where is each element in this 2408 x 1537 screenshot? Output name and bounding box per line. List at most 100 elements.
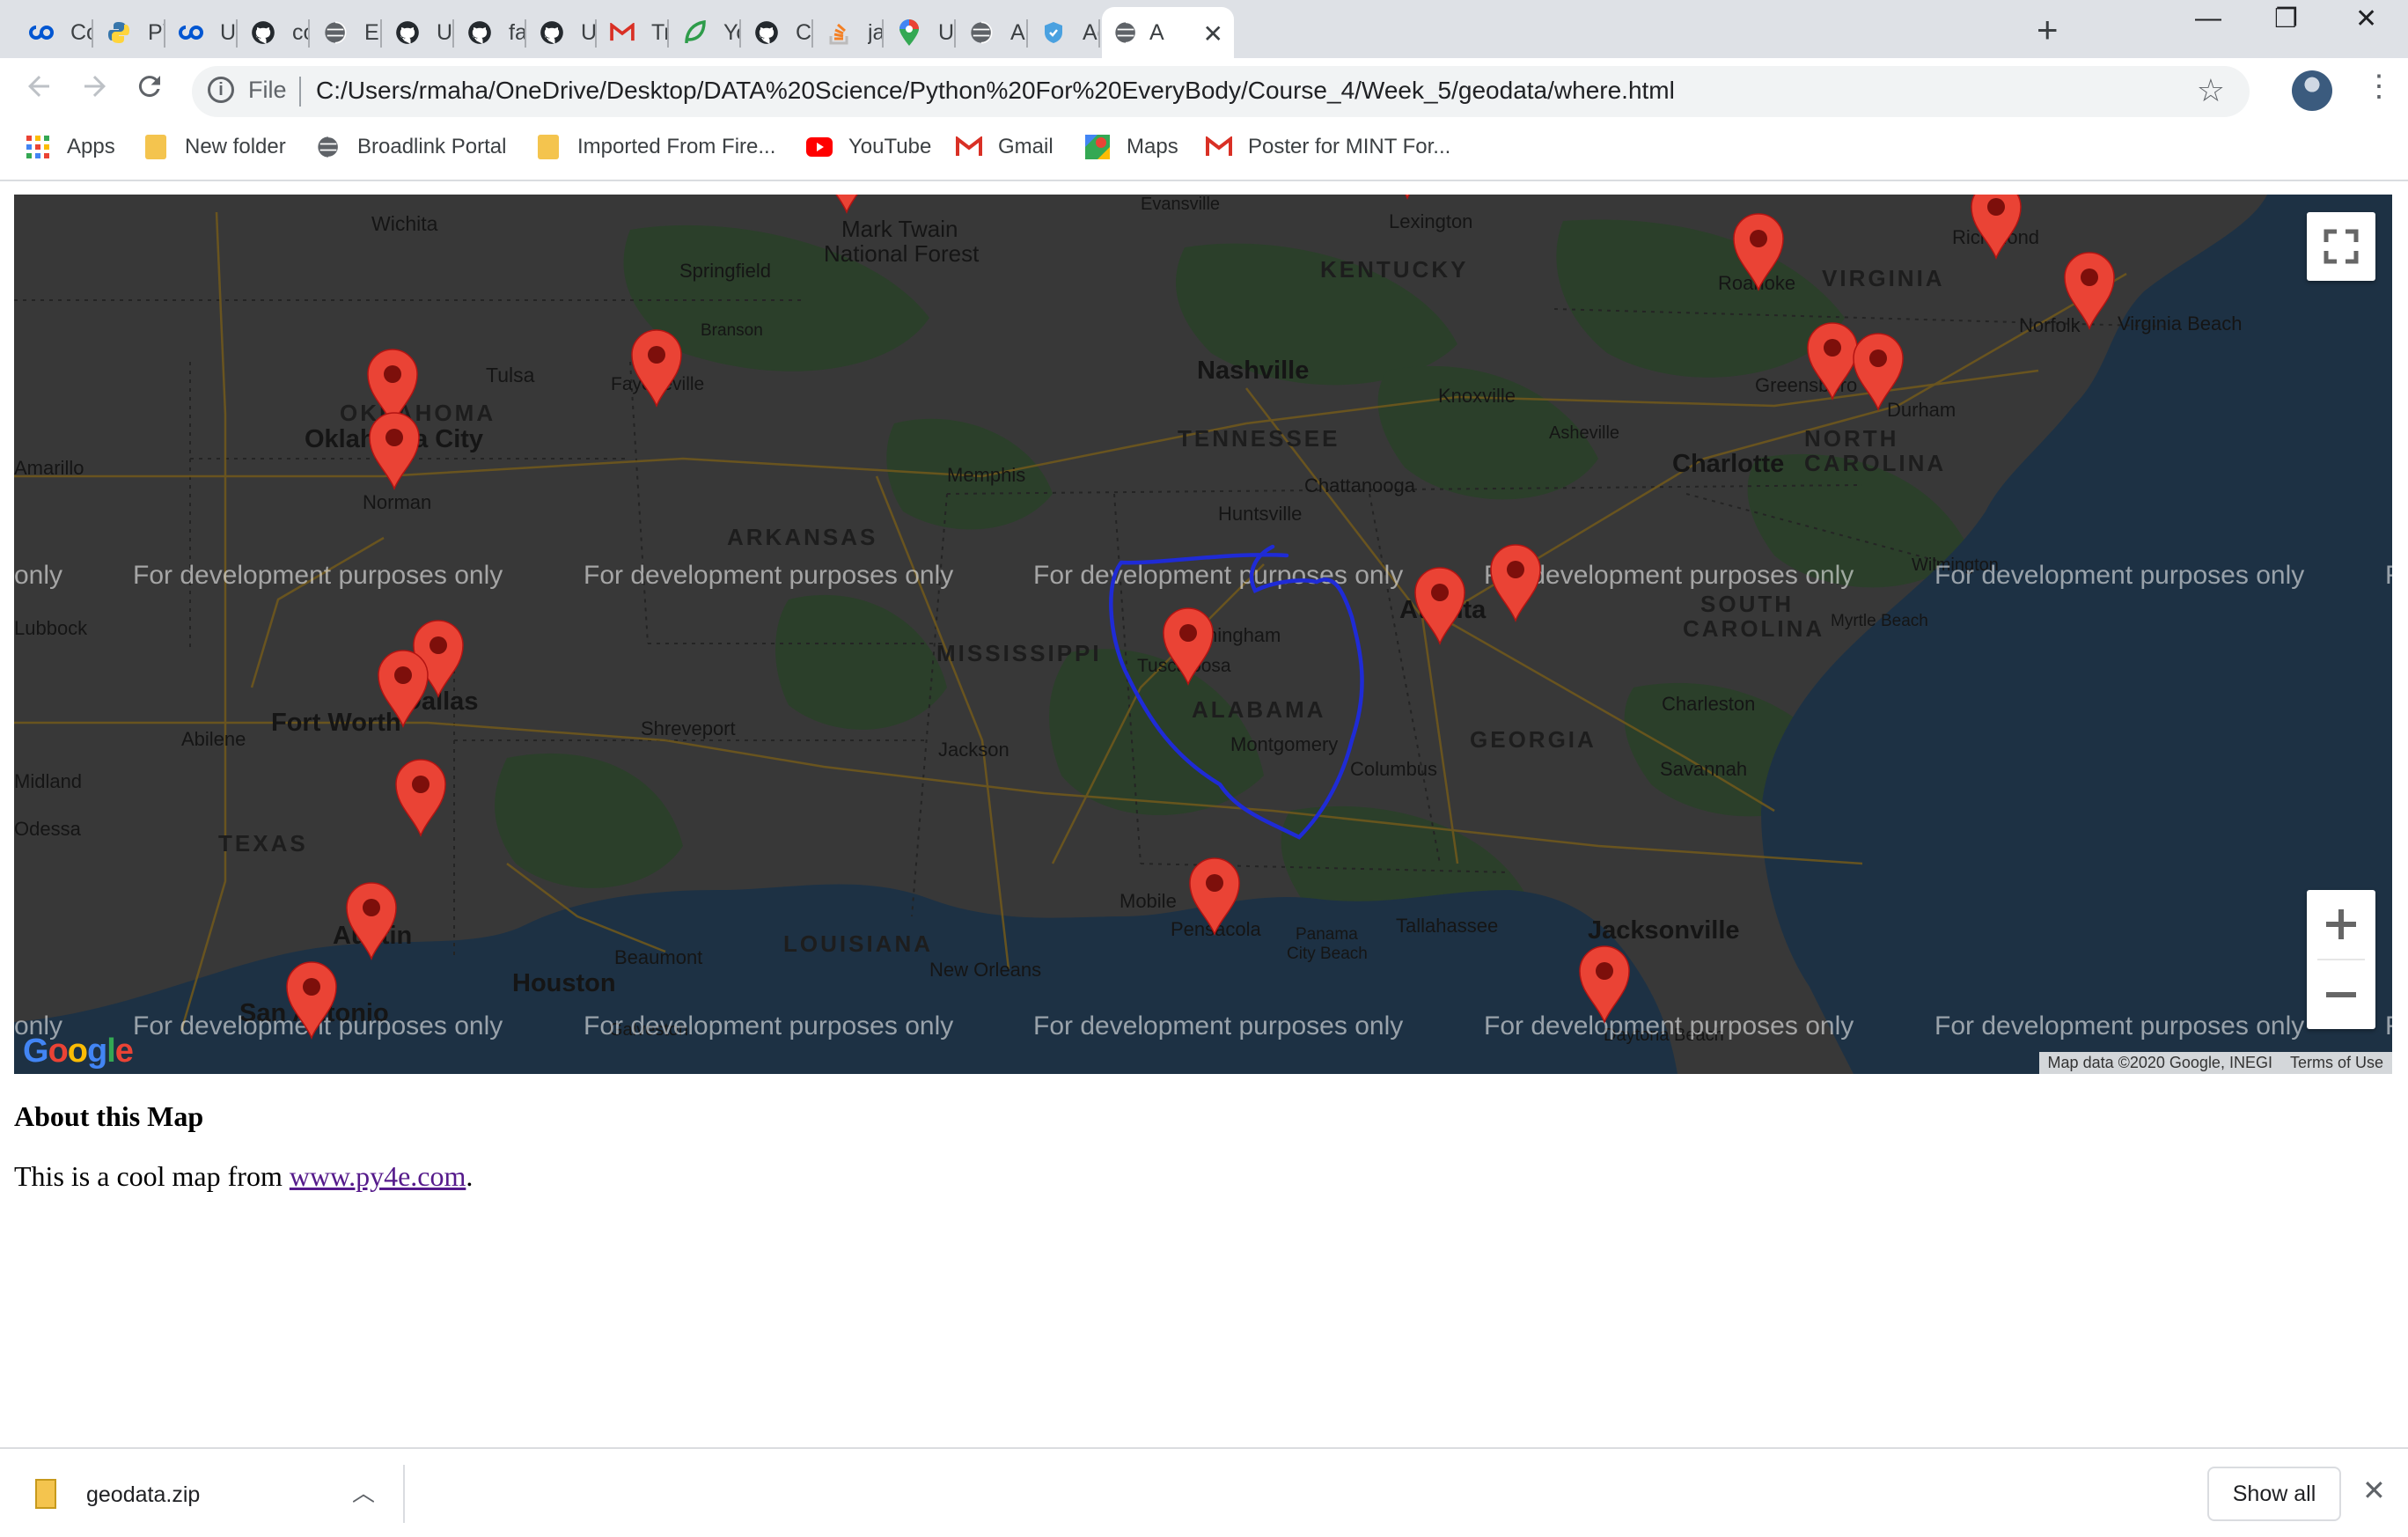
tab-separator	[236, 19, 238, 48]
github-icon	[250, 19, 276, 46]
back-button[interactable]	[23, 70, 55, 110]
chevron-up-icon[interactable]: ︿	[352, 1475, 375, 1508]
close-shelf-icon[interactable]: ✕	[2362, 1474, 2386, 1507]
globe-icon	[1112, 19, 1139, 46]
map-marker[interactable]	[1853, 333, 1904, 410]
close-window-button[interactable]: ✕	[2355, 4, 2377, 34]
browser-tab[interactable]: EU_W	[312, 7, 382, 58]
coursera-icon	[178, 19, 204, 46]
bookmark-label: New folder	[185, 135, 286, 158]
browser-tab[interactable]: Using	[384, 7, 454, 58]
zoom-out-button[interactable]	[2307, 960, 2375, 1029]
plus-icon	[2326, 909, 2356, 939]
tab-title: Using	[220, 19, 238, 45]
bookmark-imported-firefox[interactable]: Imported From Fire...	[535, 134, 775, 160]
address-bar[interactable]: i File C:/Users/rmaha/OneDrive/Desktop/D…	[192, 66, 2250, 117]
tab-title: Your F	[723, 19, 741, 45]
bookmark-youtube[interactable]: YouTube	[806, 134, 931, 160]
tab-separator	[525, 19, 526, 48]
map-marker[interactable]	[346, 882, 397, 960]
download-shelf: geodata.zip ︿ Show all ✕	[0, 1447, 2408, 1537]
browser-tab[interactable]: A Ma	[958, 7, 1028, 58]
menu-kebab-icon[interactable]: ⋮	[2364, 69, 2394, 104]
gmail-icon	[609, 19, 635, 46]
tab-separator	[954, 19, 956, 48]
fullscreen-icon	[2324, 229, 2359, 264]
bookmark-maps[interactable]: Maps	[1084, 134, 1178, 160]
fullscreen-button[interactable]	[2307, 212, 2375, 281]
map-marker[interactable]	[1807, 322, 1858, 400]
browser-tab[interactable]: A ✕	[1102, 7, 1234, 58]
google-logo[interactable]: Google	[23, 1033, 134, 1070]
about-text-before: This is a cool map from	[14, 1160, 290, 1192]
browser-tab[interactable]: Using	[528, 7, 597, 58]
browser-tab[interactable]: Unive	[885, 7, 956, 58]
leaf-icon	[681, 19, 708, 46]
download-filename[interactable]: geodata.zip	[86, 1482, 200, 1508]
map-marker[interactable]	[378, 650, 429, 727]
bookmark-gmail[interactable]: Gmail	[956, 134, 1054, 160]
map-marker[interactable]	[1163, 607, 1214, 685]
map-marker[interactable]	[1382, 195, 1433, 199]
map-marker[interactable]	[1971, 195, 2022, 259]
github-icon	[466, 19, 493, 46]
browser-tab[interactable]: Your F	[671, 7, 741, 58]
tab-separator	[739, 19, 741, 48]
tab-title: Using	[437, 19, 454, 45]
close-tab-icon[interactable]: ✕	[1203, 19, 1223, 48]
browser-tab[interactable]: Track	[598, 7, 669, 58]
map-marker[interactable]	[821, 195, 872, 213]
browser-tab[interactable]: fairyp	[456, 7, 526, 58]
browser-tab[interactable]: javasc	[815, 7, 884, 58]
info-icon[interactable]: i	[208, 77, 234, 103]
bookmark-label: Imported From Fire...	[577, 135, 776, 158]
map-marker[interactable]	[369, 412, 420, 489]
google-map[interactable]: Wichita Tulsa OKLAHOMA Oklahoma City Nor…	[14, 195, 2392, 1074]
browser-tab[interactable]: Cours	[743, 7, 813, 58]
browser-tab[interactable]: PY4E	[95, 7, 165, 58]
new-tab-button[interactable]: +	[2037, 9, 2059, 51]
tab-separator	[308, 19, 310, 48]
browser-tab[interactable]: Addin	[1030, 7, 1100, 58]
browser-tab[interactable]: Using	[167, 7, 238, 58]
forward-button[interactable]	[79, 70, 111, 110]
about-heading: About this Map	[14, 1100, 204, 1132]
folder-icon	[535, 134, 562, 160]
browser-tab[interactable]: cours	[239, 7, 310, 58]
url-text[interactable]: C:/Users/rmaha/OneDrive/Desktop/DATA%20S…	[316, 77, 1675, 105]
bookmark-label: YouTube	[848, 135, 932, 158]
bookmark-star-icon[interactable]: ☆	[2197, 72, 2225, 109]
py4e-link[interactable]: www.py4e.com	[290, 1160, 466, 1192]
bookmark-label: Maps	[1127, 135, 1178, 158]
reload-button[interactable]	[134, 70, 165, 110]
profile-avatar[interactable]	[2292, 70, 2332, 111]
map-marker[interactable]	[631, 329, 682, 407]
tab-separator	[811, 19, 813, 48]
tab-separator	[882, 19, 884, 48]
map-marker[interactable]	[395, 759, 446, 836]
github-icon	[394, 19, 421, 46]
map-marker[interactable]	[1414, 567, 1465, 644]
show-all-button[interactable]: Show all	[2207, 1467, 2341, 1521]
tab-title: Addin	[1083, 19, 1100, 45]
globe-icon	[315, 134, 341, 160]
tab-title: fairyp	[509, 19, 526, 45]
bookmark-new-folder[interactable]: New folder	[143, 134, 286, 160]
tab-separator	[380, 19, 382, 48]
map-marker[interactable]	[1490, 544, 1541, 621]
map-marker[interactable]	[2064, 252, 2115, 329]
terms-link[interactable]: Terms of Use	[2290, 1054, 2383, 1072]
map-marker[interactable]	[1579, 945, 1630, 1023]
map-marker[interactable]	[1733, 213, 1784, 290]
reload-icon	[138, 76, 160, 98]
restore-button[interactable]: ❐	[2274, 4, 2298, 34]
bookmark-broadlink-portal[interactable]: Broadlink Portal	[315, 134, 506, 160]
bookmark-poster-mint[interactable]: Poster for MINT For...	[1206, 134, 1450, 160]
tab-title: Cours	[70, 19, 93, 45]
zoom-in-button[interactable]	[2307, 890, 2375, 959]
bookmark-apps[interactable]: Apps	[25, 134, 115, 160]
minimize-button[interactable]: —	[2195, 4, 2221, 33]
map-marker[interactable]	[1189, 857, 1240, 935]
map-marker[interactable]	[286, 961, 337, 1039]
browser-tab[interactable]: Cours	[18, 7, 93, 58]
